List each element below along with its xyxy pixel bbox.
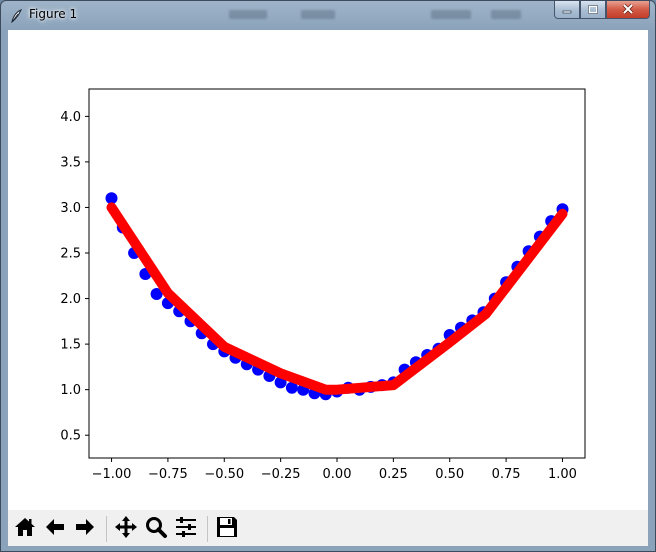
- x-tick-label: 0.00: [323, 467, 352, 482]
- x-tick-label: 1.00: [548, 467, 577, 482]
- pan-button[interactable]: [112, 515, 140, 543]
- y-tick-label: 1.0: [60, 383, 81, 398]
- window-controls: [554, 1, 650, 21]
- close-button[interactable]: [606, 1, 650, 19]
- magnifier-icon: [144, 515, 168, 543]
- x-tick-label: −1.00: [92, 467, 132, 482]
- home-button[interactable]: [11, 515, 39, 543]
- minimize-button[interactable]: [554, 1, 580, 19]
- x-tick-label: 0.50: [435, 467, 464, 482]
- maximize-button[interactable]: [580, 1, 606, 19]
- close-icon: [621, 1, 635, 19]
- toolbar-separator: [207, 516, 208, 542]
- fit-line: [106, 202, 568, 395]
- back-button[interactable]: [41, 515, 69, 543]
- y-tick-label: 4.0: [60, 110, 81, 125]
- feather-icon: [9, 8, 23, 24]
- background-text-blur: [301, 10, 335, 19]
- move-icon: [114, 515, 138, 543]
- y-tick-label: 1.5: [60, 338, 81, 353]
- floppy-disk-icon: [215, 515, 239, 543]
- arrow-right-icon: [73, 515, 97, 543]
- zoom-button[interactable]: [142, 515, 170, 543]
- x-tick-label: −0.75: [148, 467, 188, 482]
- sliders-icon: [174, 515, 198, 543]
- minimize-icon: [561, 1, 573, 19]
- configure-subplots-button[interactable]: [172, 515, 200, 543]
- home-icon: [13, 515, 37, 543]
- background-text-blur: [229, 10, 267, 19]
- maximize-icon: [587, 1, 599, 19]
- y-tick-label: 0.5: [60, 429, 81, 444]
- arrow-left-icon: [43, 515, 67, 543]
- window-title: Figure 1: [29, 7, 78, 21]
- title-bar[interactable]: Figure 1: [1, 1, 655, 29]
- x-tick-label: −0.25: [261, 467, 301, 482]
- background-text-blur: [491, 10, 521, 19]
- x-tick-label: 0.25: [379, 467, 408, 482]
- navigation-toolbar: [8, 510, 648, 546]
- toolbar-separator: [106, 516, 107, 542]
- background-text-blur: [431, 10, 471, 19]
- y-tick-label: 2.5: [60, 247, 81, 262]
- figure-window: Figure 1 −1.00 −0.75 −0.50 −0.25 0.00 0.…: [0, 0, 656, 552]
- x-tick-label: 0.75: [492, 467, 521, 482]
- y-tick-label: 3.0: [60, 201, 81, 216]
- y-tick-label: 3.5: [60, 155, 81, 170]
- chart-svg: −1.00 −0.75 −0.50 −0.25 0.00 0.25 0.50 0.75 1.00…: [60, 88, 586, 482]
- forward-button[interactable]: [71, 515, 99, 543]
- figure-canvas[interactable]: −1.00 −0.75 −0.50 −0.25 0.00 0.25 0.50 0.75 1.00…: [8, 30, 648, 510]
- save-button[interactable]: [213, 515, 241, 543]
- x-tick-label: −0.50: [204, 467, 244, 482]
- y-tick-label: 2.0: [60, 292, 81, 307]
- figure-client-area: −1.00 −0.75 −0.50 −0.25 0.00 0.25 0.50 0.75 1.00…: [8, 30, 648, 546]
